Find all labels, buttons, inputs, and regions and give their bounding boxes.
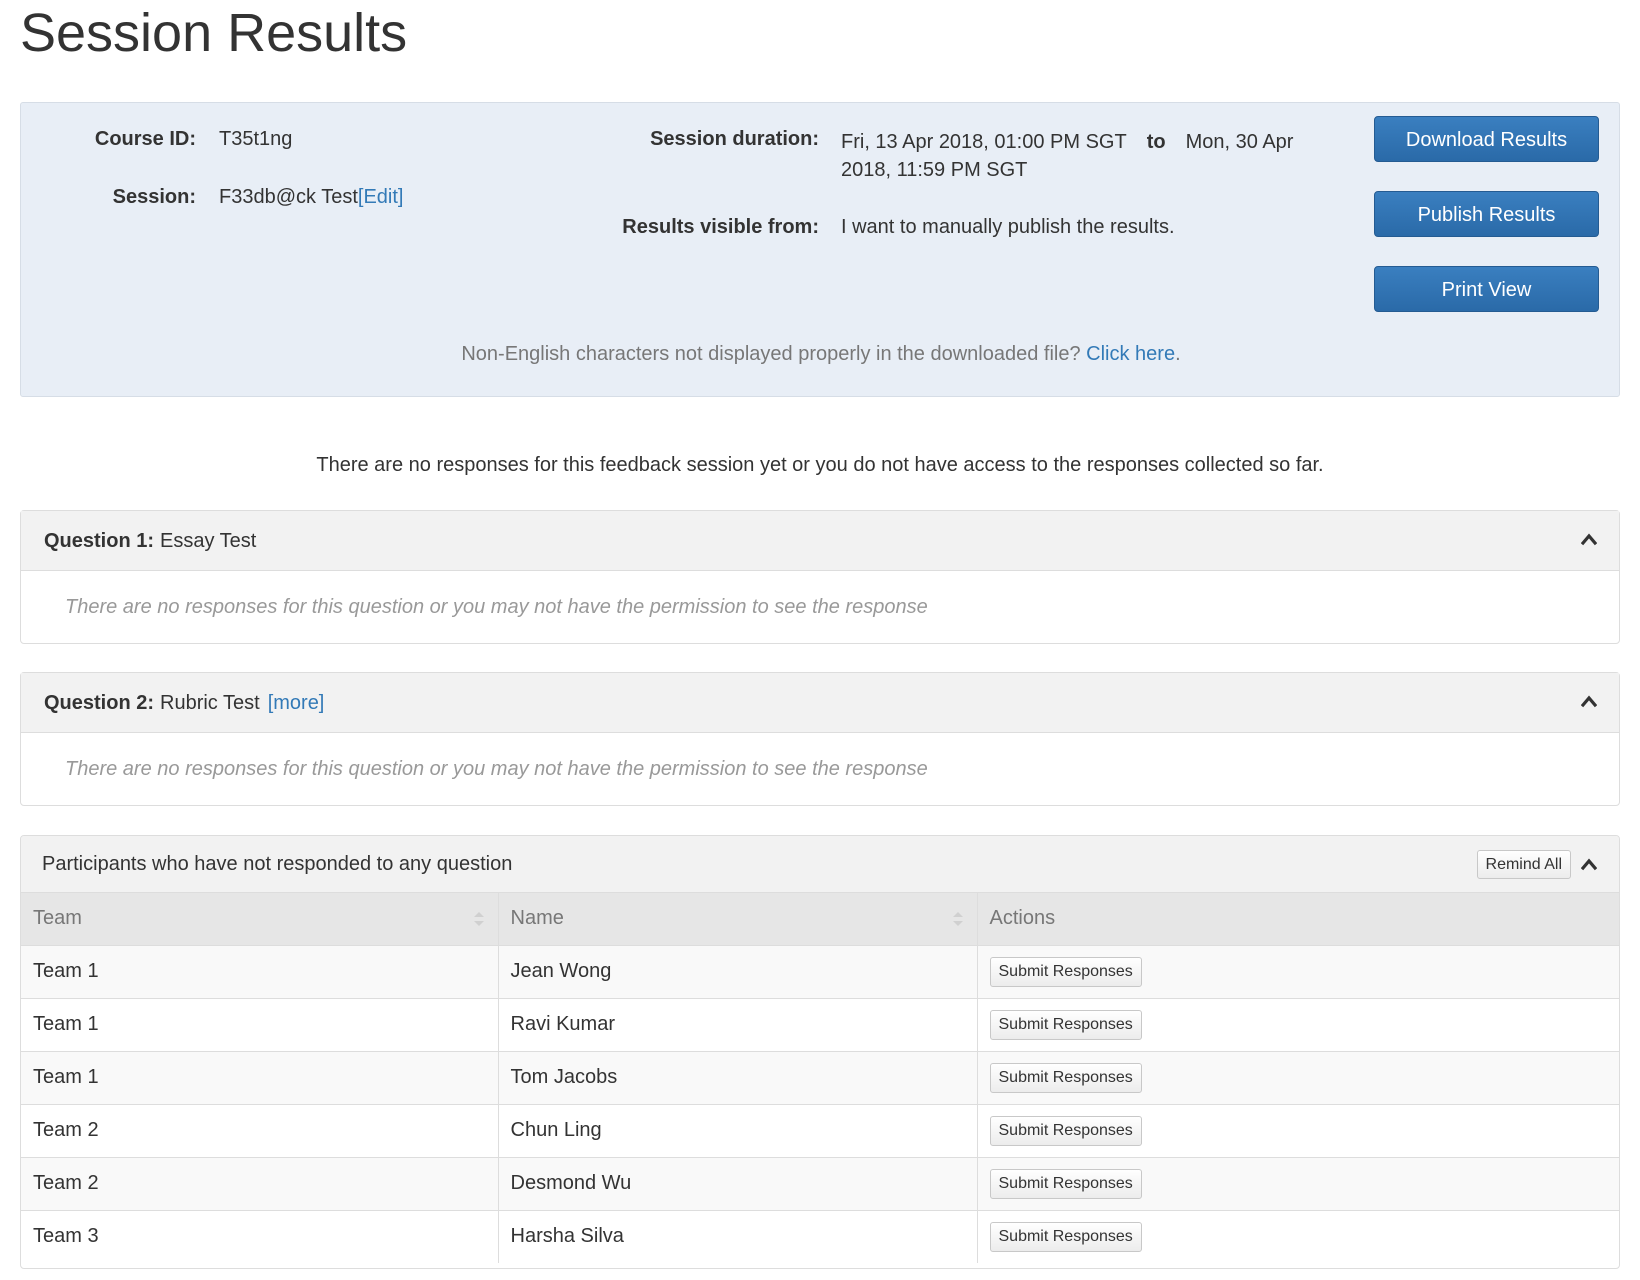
question-text: Essay Test [160,530,257,552]
notice-period: . [1175,343,1181,365]
actions-cell: Submit Responses [977,1209,1619,1263]
actions-column-header: Actions [977,893,1619,945]
actions-cell: Submit Responses [977,1050,1619,1104]
chevron-up-icon[interactable] [1581,531,1597,547]
team-cell: Team 3 [21,1209,499,1263]
team-cell: Team 1 [21,1050,499,1104]
actions-cell: Submit Responses [977,1156,1619,1210]
sort-icon[interactable] [472,910,486,928]
course-id-value: T35t1ng [219,128,293,150]
question-text: Rubric Test [160,692,260,714]
session-label: Session: [112,186,196,208]
non-responders-table: Team Name Actions Team 1 Jean Wong Submi… [21,893,1619,1263]
results-visible-value: I want to manually publish the results. [841,216,1175,238]
question-panel-2: Question 2: Rubric Test [more] There are n… [20,672,1620,806]
page-title: Session Results [20,3,408,63]
duration-start: Fri, 13 Apr 2018, 01:00 PM SGT [841,131,1127,153]
question-number: Question 2: [44,692,155,714]
non-english-notice: Non-English characters not displayed pro… [21,343,1621,366]
name-column-header[interactable]: Name [498,893,978,945]
submit-responses-button[interactable]: Submit Responses [989,1168,1142,1199]
column-header-label: Name [510,907,564,930]
chevron-up-icon[interactable] [1581,693,1597,709]
submit-responses-button[interactable]: Submit Responses [989,1009,1142,1040]
name-cell: Chun Ling [498,1103,978,1157]
print-view-button[interactable]: Print View [1374,266,1599,312]
table-row: Team 1 Jean Wong Submit Responses [21,944,1619,998]
name-cell: Tom Jacobs [498,1050,978,1104]
submit-responses-button[interactable]: Submit Responses [989,1062,1142,1093]
duration-label: Session duration: [650,128,819,150]
remind-all-button[interactable]: Remind All [1476,850,1571,879]
question-heading-2[interactable]: Question 2: Rubric Test [more] [21,673,1619,733]
no-responses-message: There are no responses for this feedback… [316,454,1324,476]
edit-session-link[interactable]: [Edit] [358,186,404,208]
question-panel-1: Question 1: Essay Test There are no respo… [20,510,1620,644]
table-row: Team 2 Desmond Wu Submit Responses [21,1156,1619,1210]
name-cell: Jean Wong [498,944,978,998]
team-cell: Team 2 [21,1103,499,1157]
submit-responses-button[interactable]: Submit Responses [989,1115,1142,1146]
download-results-button[interactable]: Download Results [1374,116,1599,162]
column-header-label: Team [33,907,82,930]
table-row: Team 1 Tom Jacobs Submit Responses [21,1050,1619,1104]
table-row: Team 1 Ravi Kumar Submit Responses [21,997,1619,1051]
non-responders-panel: Participants who have not responded to a… [20,835,1620,1269]
team-column-header[interactable]: Team [21,893,499,945]
question-heading-1[interactable]: Question 1: Essay Test [21,511,1619,571]
non-responders-title: Participants who have not responded to a… [42,853,513,875]
session-value: F33db@ck Test[Edit] [219,186,403,209]
question-more-link[interactable]: [more] [268,692,325,714]
question-empty-text: There are no responses for this question… [65,596,928,618]
team-cell: Team 1 [21,997,499,1051]
table-row: Team 3 Harsha Silva Submit Responses [21,1209,1619,1263]
name-cell: Ravi Kumar [498,997,978,1051]
course-id-label: Course ID: [94,128,196,150]
submit-responses-button[interactable]: Submit Responses [989,1221,1142,1252]
click-here-link[interactable]: Click here [1086,343,1175,365]
non-english-text: Non-English characters not displayed pro… [461,343,1087,365]
chevron-up-icon[interactable] [1581,856,1597,872]
team-cell: Team 2 [21,1156,499,1210]
sort-icon[interactable] [951,910,965,928]
question-empty-text: There are no responses for this question… [65,758,928,780]
duration-to: to [1146,131,1166,153]
table-header-row: Team Name Actions [21,893,1619,945]
submit-responses-button[interactable]: Submit Responses [989,956,1142,987]
column-header-label: Actions [989,907,1056,930]
actions-cell: Submit Responses [977,944,1619,998]
publish-results-button[interactable]: Publish Results [1374,191,1599,237]
actions-cell: Submit Responses [977,1103,1619,1157]
session-name: F33db@ck Test [219,186,358,208]
team-cell: Team 1 [21,944,499,998]
question-number: Question 1: [44,530,155,552]
name-cell: Desmond Wu [498,1156,978,1210]
name-cell: Harsha Silva [498,1209,978,1263]
table-row: Team 2 Chun Ling Submit Responses [21,1103,1619,1157]
page: Session Results Course ID: T35t1ng Sessi… [0,0,1640,1280]
actions-cell: Submit Responses [977,997,1619,1051]
session-info-panel: Course ID: T35t1ng Session: F33db@ck Tes… [20,102,1620,397]
results-visible-label: Results visible from: [622,216,819,238]
duration-value: Fri, 13 Apr 2018, 01:00 PM SGT to Mon, 30 … [841,128,1331,184]
non-responders-heading[interactable]: Participants who have not responded to a… [21,836,1619,893]
